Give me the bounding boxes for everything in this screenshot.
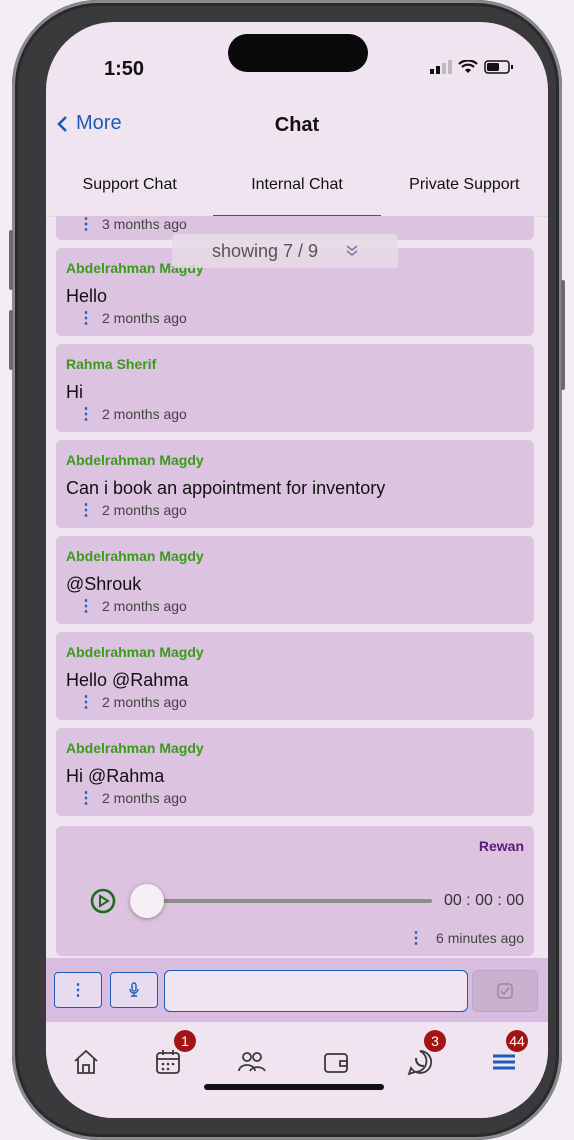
pagination-indicator[interactable]: showing 7 / 9 (172, 234, 398, 268)
tab-private-support[interactable]: Private Support (381, 172, 548, 216)
message-time: 2 months ago (102, 598, 187, 614)
dynamic-island (228, 34, 368, 72)
status-time: 1:50 (104, 58, 145, 80)
nav-menu[interactable]: 44 (482, 1030, 528, 1084)
message-options-icon[interactable]: ⋮ (78, 500, 94, 520)
message-time: 2 months ago (102, 790, 187, 806)
audio-duration: 00 : 00 : 00 (443, 892, 524, 909)
send-button[interactable] (472, 970, 538, 1012)
message-meta: ⋮ 2 months ago (78, 596, 187, 616)
more-options-button[interactable]: ⋮ (54, 972, 102, 1008)
play-icon[interactable] (90, 888, 116, 914)
message-time: 2 months ago (102, 694, 187, 710)
message-sender: Rahma Sherif (66, 356, 157, 372)
message-meta: ⋮ 2 months ago (78, 692, 187, 712)
message-bubble: Abdelrahman Magdy Hi @Rahma ⋮ 2 months ag… (56, 728, 534, 816)
record-audio-button[interactable] (110, 972, 158, 1008)
bottom-navigation: 1 3 44 (46, 1022, 548, 1118)
message-time: 3 months ago (102, 216, 187, 232)
message-meta: ⋮ 2 months ago (78, 500, 187, 520)
message-meta: ⋮ 2 months ago (78, 308, 187, 328)
send-icon (497, 983, 513, 999)
message-meta: ⋮ 2 months ago (78, 788, 187, 808)
users-icon (238, 1052, 266, 1072)
microphone-icon (129, 982, 139, 997)
nav-wallet[interactable] (314, 1040, 358, 1084)
tab-support-chat[interactable]: Support Chat (46, 172, 213, 216)
nav-whatsapp[interactable]: 3 (398, 1030, 446, 1084)
tab-internal-chat[interactable]: Internal Chat (213, 172, 381, 217)
message-time: 2 months ago (102, 310, 187, 326)
message-options-icon[interactable]: ⋮ (78, 788, 94, 808)
message-time: 6 minutes ago (436, 930, 524, 946)
voice-message-bubble: Rewan 00 : 00 : 00 ⋮ 6 minutes ago (56, 826, 534, 956)
whatsapp-icon (407, 1050, 433, 1076)
message-options-icon[interactable]: ⋮ (78, 216, 94, 234)
signal-icon (430, 60, 452, 74)
message-time: 2 months ago (102, 406, 187, 422)
message-bubble: Abdelrahman Magdy Hello @Rahma ⋮ 2 months… (56, 632, 534, 720)
message-text: Hello @Rahma (66, 670, 189, 690)
menu-badge: 44 (506, 1030, 528, 1052)
message-sender: Abdelrahman Magdy (66, 644, 204, 660)
battery-icon (484, 60, 513, 74)
power-button (561, 280, 565, 390)
header: More Chat (46, 102, 548, 152)
voice-message-sender: Rewan (478, 838, 524, 854)
message-bubble: Abdelrahman Magdy Can i book an appointm… (56, 440, 534, 528)
calendar-badge: 1 (174, 1030, 196, 1052)
message-bubble: Abdelrahman Magdy @Shrouk ⋮ 2 months ago (56, 536, 534, 624)
message-meta: ⋮ 3 months ago (78, 216, 187, 234)
message-text: Can i book an appointment for inventory (66, 478, 386, 498)
message-meta: ⋮ 2 months ago (78, 404, 187, 424)
message-text: Hi (66, 382, 83, 402)
phone-screen: 1:50 More Chat Support Chat Internal Cha… (46, 22, 548, 1118)
nav-calendar[interactable]: 1 (146, 1030, 196, 1084)
volume-up-button (9, 230, 13, 290)
nav-home[interactable] (64, 1040, 108, 1084)
audio-progress-track[interactable] (146, 899, 432, 903)
message-text: Hi @Rahma (66, 766, 165, 786)
home-indicator[interactable] (204, 1084, 384, 1090)
nav-users[interactable] (230, 1040, 274, 1084)
chat-tabs: Support Chat Internal Chat Private Suppo… (46, 172, 548, 217)
message-composer: ⋮ (46, 958, 548, 1022)
audio-progress-thumb[interactable] (130, 884, 164, 918)
whatsapp-badge: 3 (424, 1030, 446, 1052)
double-chevron-down-icon (346, 245, 358, 256)
message-options-icon[interactable]: ⋮ (408, 928, 424, 948)
page-title: Chat (274, 114, 320, 136)
message-text: @Shrouk (66, 574, 142, 594)
message-sender: Abdelrahman Magdy (66, 548, 204, 564)
calendar-icon (156, 1050, 180, 1074)
message-options-icon[interactable]: ⋮ (78, 308, 94, 328)
home-icon (74, 1049, 98, 1074)
status-icons (430, 60, 514, 74)
message-bubble: Rahma Sherif Hi ⋮ 2 months ago (56, 344, 534, 432)
volume-down-button (9, 310, 13, 370)
wallet-icon (324, 1053, 348, 1073)
message-sender: Abdelrahman Magdy (66, 740, 204, 756)
message-sender: Abdelrahman Magdy (66, 452, 204, 468)
message-text: Hello (66, 286, 108, 306)
wifi-icon (458, 60, 478, 73)
message-options-icon[interactable]: ⋮ (78, 404, 94, 424)
pagination-text: showing 7 / 9 (211, 240, 319, 261)
message-options-icon[interactable]: ⋮ (78, 692, 94, 712)
message-time: 2 months ago (102, 502, 187, 518)
message-input[interactable] (164, 970, 468, 1012)
message-meta: ⋮ 6 minutes ago (408, 928, 524, 948)
chat-message-list[interactable]: ⋮ 3 months ago Abdelrahman Magdy Hello ⋮ 2… (56, 216, 534, 958)
message-options-icon[interactable]: ⋮ (78, 596, 94, 616)
